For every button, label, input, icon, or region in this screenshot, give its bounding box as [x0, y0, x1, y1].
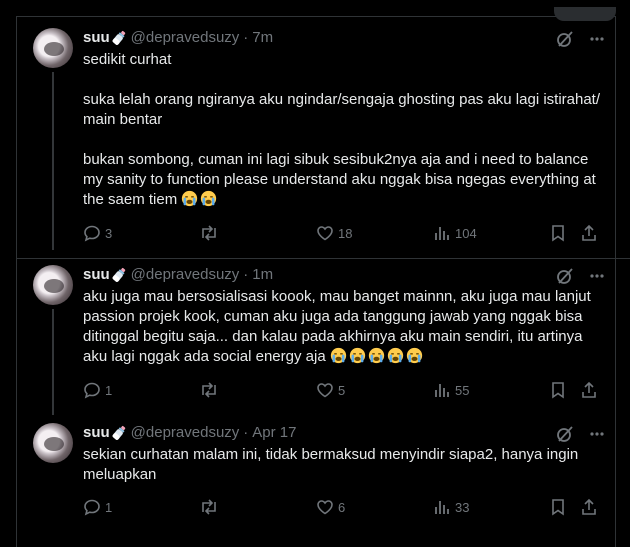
loudly-crying-face-emoji — [368, 347, 384, 364]
tweet-actions: 3 18 104 — [83, 223, 615, 243]
avatar[interactable] — [33, 423, 73, 463]
timestamp[interactable]: 7m — [252, 29, 273, 47]
loudly-crying-face-emoji — [201, 190, 217, 207]
views-button[interactable]: 33 — [433, 497, 469, 517]
like-count: 5 — [338, 382, 346, 398]
like-icon — [317, 383, 333, 398]
views-count: 33 — [455, 499, 470, 515]
display-name[interactable]: suu — [83, 266, 110, 284]
tweet-header: suu @depravedsuzy · 1m — [83, 266, 273, 284]
tweet-text-content: sekian curhatan malam ini, tidak bermaks… — [83, 446, 579, 483]
like-count: 6 — [338, 499, 346, 515]
display-name[interactable]: suu — [83, 29, 110, 47]
loudly-crying-face-emoji — [182, 190, 198, 207]
like-button[interactable]: 18 — [316, 223, 352, 243]
handle[interactable]: @depravedsuzy — [131, 424, 240, 442]
views-icon — [435, 384, 449, 397]
baby-bottle-icon — [112, 267, 125, 282]
more-icon[interactable] — [589, 425, 605, 443]
like-icon — [317, 500, 333, 515]
tweet-header-actions — [556, 30, 605, 48]
more-icon[interactable] — [589, 30, 605, 48]
share-icon — [582, 224, 596, 241]
timestamp[interactable]: Apr 17 — [252, 424, 296, 442]
bookmark-button[interactable] — [549, 223, 567, 243]
reply-count: 3 — [105, 225, 113, 241]
share-icon — [582, 381, 596, 398]
tweet-divider — [16, 258, 630, 259]
tweet-text: sekian curhatan malam ini, tidak bermaks… — [83, 445, 603, 485]
share-icon — [582, 498, 596, 515]
repost-icon — [202, 499, 216, 515]
grok-icon[interactable] — [556, 267, 574, 285]
grok-icon[interactable] — [556, 425, 574, 443]
share-button[interactable] — [580, 497, 598, 517]
bookmark-icon — [552, 225, 564, 242]
like-count: 18 — [338, 225, 353, 241]
tweet-header: suu @depravedsuzy · 7m — [83, 29, 273, 47]
loudly-crying-face-emoji — [387, 347, 403, 364]
tweet-header: suu @depravedsuzy · Apr 17 — [83, 424, 297, 442]
views-icon — [435, 227, 449, 240]
separator: · — [243, 29, 249, 46]
thread-line — [52, 309, 54, 415]
separator: · — [243, 266, 249, 283]
bookmark-icon — [552, 499, 564, 516]
baby-bottle-icon — [112, 425, 125, 440]
tweet-header-actions — [556, 425, 605, 443]
bookmark-icon — [552, 382, 564, 399]
tweet-text: aku juga mau bersosialisasi koook, mau b… — [83, 287, 603, 367]
loudly-crying-face-emoji — [406, 347, 422, 364]
like-icon — [317, 226, 333, 241]
more-icon[interactable] — [589, 267, 605, 285]
handle[interactable]: @depravedsuzy — [131, 29, 240, 47]
handle[interactable]: @depravedsuzy — [131, 266, 240, 284]
views-count: 55 — [455, 382, 470, 398]
like-button[interactable]: 5 — [316, 380, 345, 400]
bookmark-button[interactable] — [549, 380, 567, 400]
reply-button[interactable]: 1 — [83, 380, 112, 400]
thread-line — [52, 72, 54, 250]
loudly-crying-face-emoji — [349, 347, 365, 364]
share-button[interactable] — [580, 380, 598, 400]
tweet-header-actions — [556, 267, 605, 285]
loudly-crying-face-emoji — [330, 347, 346, 364]
share-button[interactable] — [580, 223, 598, 243]
repost-button[interactable] — [199, 497, 223, 517]
reply-icon — [84, 382, 100, 399]
tweet-actions: 1 6 33 — [83, 497, 615, 517]
reply-icon — [84, 225, 100, 242]
avatar[interactable] — [33, 28, 73, 68]
tweet-text-content: sedikit curhat suka lelah orang ngiranya… — [83, 51, 601, 208]
reply-button[interactable]: 3 — [83, 223, 112, 243]
repost-button[interactable] — [199, 223, 223, 243]
tweet-text: sedikit curhat suka lelah orang ngiranya… — [83, 50, 603, 210]
bookmark-button[interactable] — [549, 497, 567, 517]
views-button[interactable]: 104 — [433, 223, 477, 243]
repost-button[interactable] — [199, 380, 223, 400]
avatar[interactable] — [33, 265, 73, 305]
top-action-pill[interactable] — [554, 7, 616, 21]
grok-icon[interactable] — [556, 30, 574, 48]
timestamp[interactable]: 1m — [252, 266, 273, 284]
repost-icon — [202, 225, 216, 241]
reply-icon — [84, 499, 100, 516]
separator: · — [243, 424, 249, 441]
reply-count: 1 — [105, 499, 113, 515]
reply-count: 1 — [105, 382, 113, 398]
like-button[interactable]: 6 — [316, 497, 345, 517]
reply-button[interactable]: 1 — [83, 497, 112, 517]
tweet-actions: 1 5 55 — [83, 380, 615, 400]
views-count: 104 — [455, 225, 477, 241]
repost-icon — [202, 382, 216, 398]
views-icon — [435, 501, 449, 514]
display-name[interactable]: suu — [83, 424, 110, 442]
baby-bottle-icon — [112, 30, 125, 45]
views-button[interactable]: 55 — [433, 380, 469, 400]
